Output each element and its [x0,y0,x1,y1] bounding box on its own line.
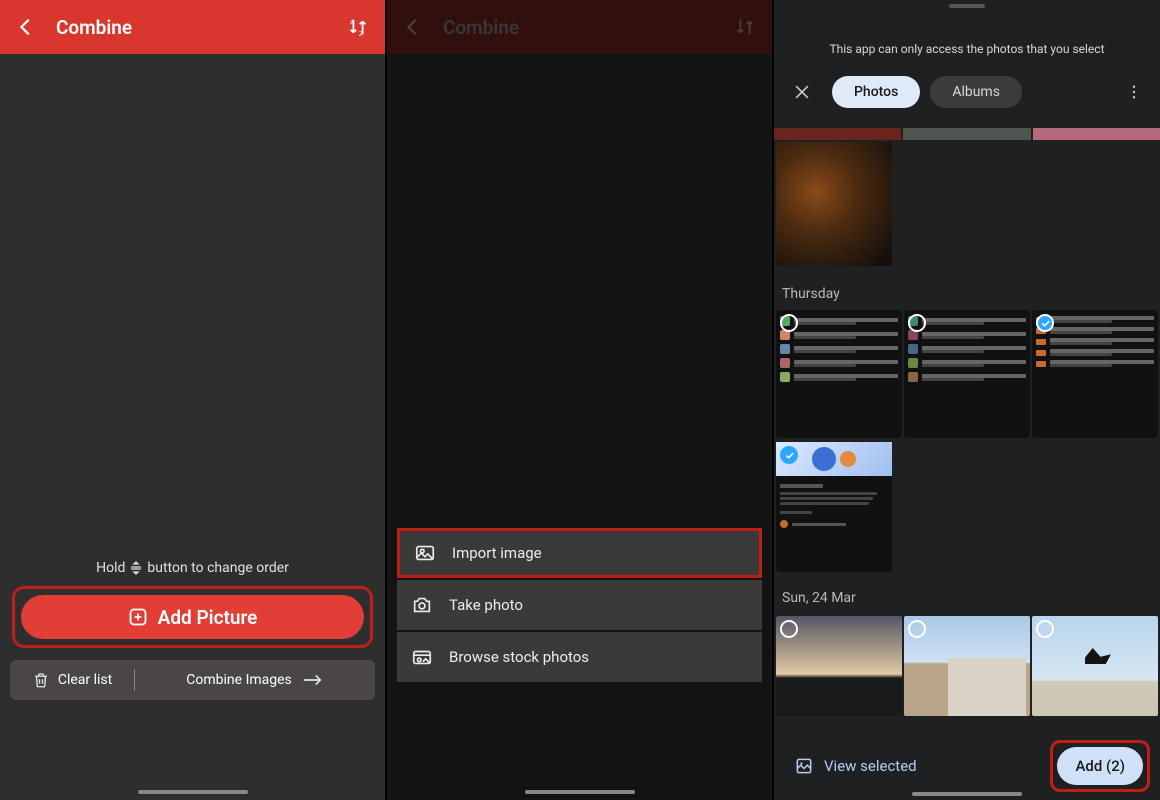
photo-thumbnail[interactable] [776,310,902,438]
photo-row [776,310,1158,438]
option-take-label: Take photo [449,596,523,614]
drag-handle-icon [129,561,143,575]
add-picture-button[interactable]: Add Picture [21,595,364,639]
close-icon [792,82,812,102]
date-header: Thursday [782,286,840,302]
selection-circle[interactable] [1036,620,1054,638]
home-indicator [525,790,635,794]
gallery-icon [794,756,814,776]
photo-thumbnail[interactable] [904,310,1030,438]
arrow-right-icon [302,673,324,687]
view-selected-label: View selected [824,757,917,775]
picker-tab-bar: Photos Albums [774,56,1160,118]
photo-thumbnail[interactable] [776,616,902,716]
more-vert-icon [1125,83,1143,101]
back-button[interactable] [12,13,40,41]
view-selected-button[interactable]: View selected [784,750,927,782]
tab-photos[interactable]: Photos [832,76,920,108]
sheet-grabber[interactable] [949,4,985,8]
sort-az-icon[interactable]: AZ [345,14,371,40]
add-button-highlight: Add (2) [1050,740,1150,792]
date-header: Sun, 24 Mar [782,590,856,606]
check-icon [784,450,795,461]
selection-circle-checked[interactable] [1036,314,1054,332]
selection-circle[interactable] [780,620,798,638]
photo-thumbnail[interactable] [1032,616,1158,716]
photo-row [776,616,1158,716]
photo-thumbnail[interactable] [904,616,1030,716]
trash-icon [32,671,50,689]
selection-circle[interactable] [780,314,798,332]
option-take-photo[interactable]: Take photo [397,580,762,630]
home-indicator [138,790,248,794]
screen-combine-sheet: Combine Import image Take photo [387,0,774,800]
add-picture-label: Add Picture [158,606,258,629]
limited-access-notice: This app can only access the photos that… [774,0,1160,56]
top-strip-row [774,128,1160,140]
photo-thumbnail[interactable] [776,442,892,572]
option-import-label: Import image [452,544,542,562]
image-import-icon [414,542,436,564]
selection-circle[interactable] [908,620,926,638]
selection-circle[interactable] [782,148,800,166]
screen-photo-picker: This app can only access the photos that… [774,0,1160,800]
reorder-hint: Hold button to change order [0,560,385,576]
combine-images-button[interactable]: Combine Images [135,672,375,688]
stock-photos-icon [411,646,433,668]
home-indicator [912,792,1022,796]
overflow-menu-button[interactable] [1122,80,1146,104]
photo-grid-scroll[interactable]: Thursday [774,128,1160,732]
selection-circle-checked[interactable] [780,446,798,464]
option-browse-stock[interactable]: Browse stock photos [397,632,762,682]
tab-albums[interactable]: Albums [930,76,1022,108]
close-button[interactable] [788,78,816,106]
photo-thumbnail[interactable] [1032,310,1158,438]
photo-thumbnail[interactable] [776,142,892,266]
camera-icon [411,594,433,616]
combine-images-label: Combine Images [186,672,291,688]
add-picture-highlight: Add Picture [12,586,373,648]
svg-text:Z: Z [359,30,363,38]
option-import-image[interactable]: Import image [397,528,762,578]
screen-combine-empty: Combine AZ Hold button to change order A [0,0,387,800]
plus-icon [128,607,148,627]
bottom-action-bar: Clear list Combine Images [10,660,375,700]
selection-circle[interactable] [908,314,926,332]
app-header: Combine AZ [0,0,385,54]
add-button[interactable]: Add (2) [1057,747,1143,785]
page-title: Combine [56,16,132,39]
check-icon [1040,318,1051,329]
clear-list-button[interactable]: Clear list [10,671,134,689]
clear-list-label: Clear list [58,672,112,688]
add-picture-sheet: Import image Take photo Browse stock pho… [397,528,762,682]
option-stock-label: Browse stock photos [449,648,589,666]
picker-footer: View selected Add (2) [774,732,1160,800]
